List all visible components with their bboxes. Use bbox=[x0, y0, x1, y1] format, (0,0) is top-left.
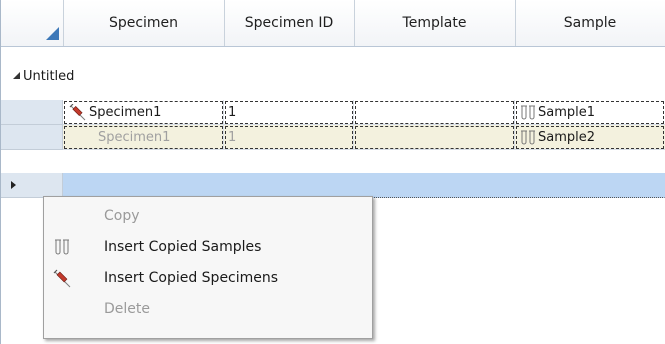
grid-header: Specimen Specimen ID Template Sample bbox=[0, 0, 665, 47]
table-row[interactable]: Specimen1 1 Sample1 bbox=[0, 100, 665, 125]
table-row[interactable]: Specimen1 1 Sample2 bbox=[0, 125, 665, 150]
sample-cell[interactable]: Sample2 bbox=[515, 125, 665, 150]
context-menu: Copy Insert Copied Samples Insert Copied… bbox=[43, 196, 373, 339]
row-selector[interactable] bbox=[0, 173, 63, 198]
specimen-id-cell[interactable]: 1 bbox=[224, 125, 354, 150]
current-row-arrow-icon bbox=[11, 181, 16, 189]
collapse-arrow-icon[interactable] bbox=[13, 72, 20, 79]
menu-item-label: Insert Copied Specimens bbox=[104, 270, 279, 286]
test-tubes-icon bbox=[521, 130, 535, 144]
row-selector[interactable] bbox=[0, 125, 63, 150]
menu-item-delete[interactable]: Delete bbox=[44, 296, 372, 322]
menu-item-copy[interactable]: Copy bbox=[44, 203, 372, 229]
syringe-icon bbox=[53, 269, 71, 288]
column-header-specimen-id[interactable]: Specimen ID bbox=[224, 0, 355, 46]
syringe-icon bbox=[69, 103, 86, 120]
specimen-cell[interactable]: Specimen1 bbox=[63, 100, 224, 125]
menu-item-label: Insert Copied Samples bbox=[104, 239, 262, 255]
grid-border bbox=[0, 0, 1, 344]
column-header-specimen[interactable]: Specimen bbox=[63, 0, 225, 46]
sample-cell[interactable]: Sample1 bbox=[515, 100, 665, 125]
column-header-template[interactable]: Template bbox=[354, 0, 516, 46]
row-selector[interactable] bbox=[0, 100, 63, 125]
new-row[interactable] bbox=[0, 173, 665, 198]
test-tubes-icon bbox=[521, 105, 535, 119]
menu-item-label: Copy bbox=[104, 208, 140, 224]
sample-name: Sample1 bbox=[538, 105, 596, 120]
sample-cell[interactable] bbox=[515, 173, 665, 198]
menu-item-insert-copied-samples[interactable]: Insert Copied Samples bbox=[44, 234, 372, 260]
sample-name: Sample2 bbox=[538, 130, 596, 145]
menu-item-insert-copied-specimens[interactable]: Insert Copied Specimens bbox=[44, 265, 372, 291]
template-cell[interactable] bbox=[354, 100, 515, 125]
select-all-corner[interactable] bbox=[0, 0, 64, 46]
template-cell[interactable] bbox=[354, 125, 515, 150]
corner-triangle-icon bbox=[46, 27, 59, 40]
specimen-cell[interactable]: Specimen1 bbox=[63, 125, 224, 150]
column-header-sample[interactable]: Sample bbox=[515, 0, 665, 46]
specimen-id-cell[interactable]: 1 bbox=[224, 100, 354, 125]
menu-item-label: Delete bbox=[104, 301, 150, 317]
template-cell[interactable] bbox=[354, 173, 515, 198]
group-label: Untitled bbox=[23, 69, 75, 84]
specimen-cell[interactable] bbox=[63, 173, 224, 198]
specimen-id-cell[interactable] bbox=[224, 173, 354, 198]
test-tubes-icon bbox=[55, 239, 69, 255]
specimen-name: Specimen1 bbox=[89, 105, 162, 120]
